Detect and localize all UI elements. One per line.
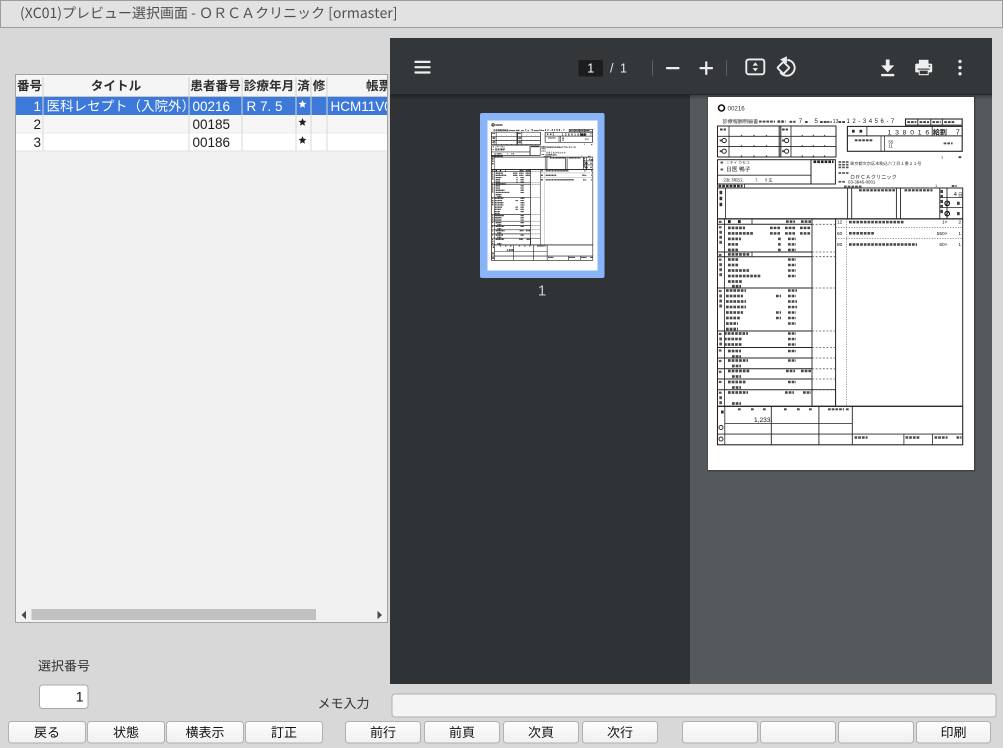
svg-text:/: / (610, 61, 614, 75)
svg-text:1: 1 (620, 61, 627, 75)
svg-text:2: 2 (33, 117, 41, 132)
svg-text:1: 1 (587, 61, 594, 75)
svg-text:00216: 00216 (193, 99, 231, 114)
svg-text:1: 1 (76, 689, 84, 705)
svg-text:1: 1 (538, 283, 546, 300)
svg-text:00186: 00186 (193, 135, 231, 150)
svg-text:R 7. 5: R 7. 5 (247, 99, 283, 114)
svg-text:3: 3 (33, 135, 41, 150)
svg-text:1: 1 (33, 99, 41, 114)
svg-text:00185: 00185 (193, 117, 231, 132)
